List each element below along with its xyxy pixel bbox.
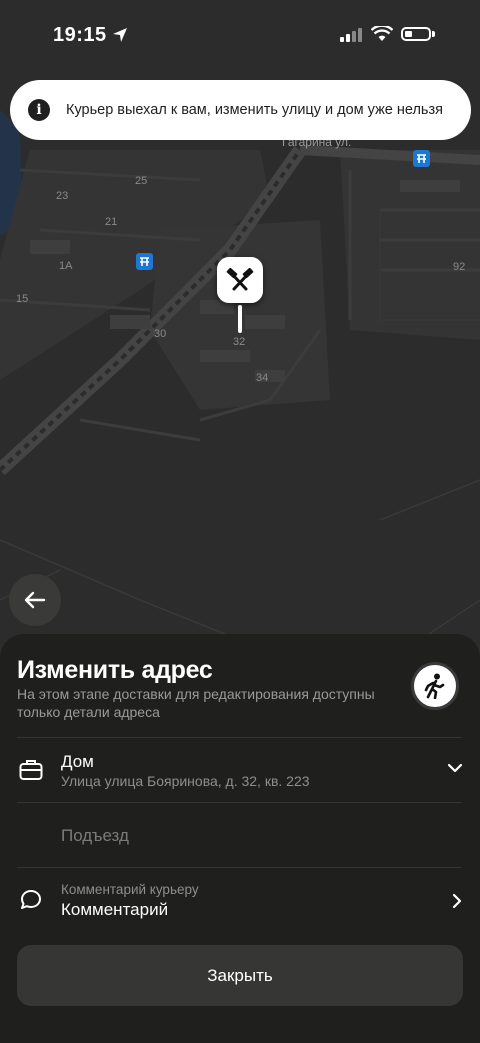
house-number: 30: [154, 328, 166, 340]
divider: [17, 802, 462, 803]
house-number: 32: [233, 336, 245, 348]
house-number: 1A: [59, 260, 73, 272]
address-value[interactable]: Улица улица Бояринова, д. 32, кв. 223: [61, 773, 310, 789]
toast-message: Курьер выехал к вам, изменить улицу и до…: [66, 102, 443, 118]
comment-bubble-icon: [21, 890, 41, 909]
battery-icon: [401, 27, 431, 41]
sheet-title: Изменить адрес: [17, 656, 213, 684]
pin-stem: [238, 305, 242, 333]
status-time: 19:15: [53, 24, 107, 46]
comment-value[interactable]: Комментарий: [61, 900, 168, 920]
briefcase-icon: [19, 760, 43, 780]
courier-status-button[interactable]: [411, 662, 459, 710]
divider: [17, 867, 462, 868]
sheet-subtitle: На этом этапе доставки для редактировани…: [17, 686, 375, 720]
house-number: 92: [453, 261, 465, 273]
chevron-down-icon[interactable]: [447, 763, 463, 773]
crossed-hammers-icon: [226, 268, 254, 291]
close-button[interactable]: Закрыть: [17, 945, 463, 1006]
house-number: 21: [105, 216, 117, 228]
chevron-right-icon[interactable]: [452, 893, 462, 909]
info-toast: i Курьер выехал к вам, изменить улицу и …: [10, 80, 471, 140]
battery-cap: [432, 31, 435, 37]
status-bar: 19:15: [0, 0, 480, 70]
address-label[interactable]: Дом: [61, 752, 94, 772]
house-number: 15: [16, 293, 28, 305]
bus-stop-icon[interactable]: [413, 150, 430, 167]
wifi-icon: [371, 26, 393, 41]
house-number: 23: [56, 190, 68, 202]
arrow-left-icon: [24, 591, 46, 609]
entrance-field[interactable]: Подъезд: [61, 826, 129, 846]
divider: [17, 737, 462, 738]
info-icon: i: [28, 99, 50, 121]
bus-stop-icon[interactable]: [136, 253, 153, 270]
cellular-signal-icon: [340, 28, 362, 42]
house-number: 34: [256, 372, 268, 384]
delivery-location-pin[interactable]: [217, 257, 263, 303]
comment-label[interactable]: Комментарий курьеру: [61, 882, 199, 897]
location-arrow-icon: [113, 28, 127, 42]
walking-courier-icon: [424, 673, 445, 699]
edit-address-sheet: Изменить адрес На этом этапе доставки дл…: [0, 634, 480, 1043]
house-number: 25: [135, 175, 147, 187]
back-button[interactable]: [9, 574, 61, 626]
